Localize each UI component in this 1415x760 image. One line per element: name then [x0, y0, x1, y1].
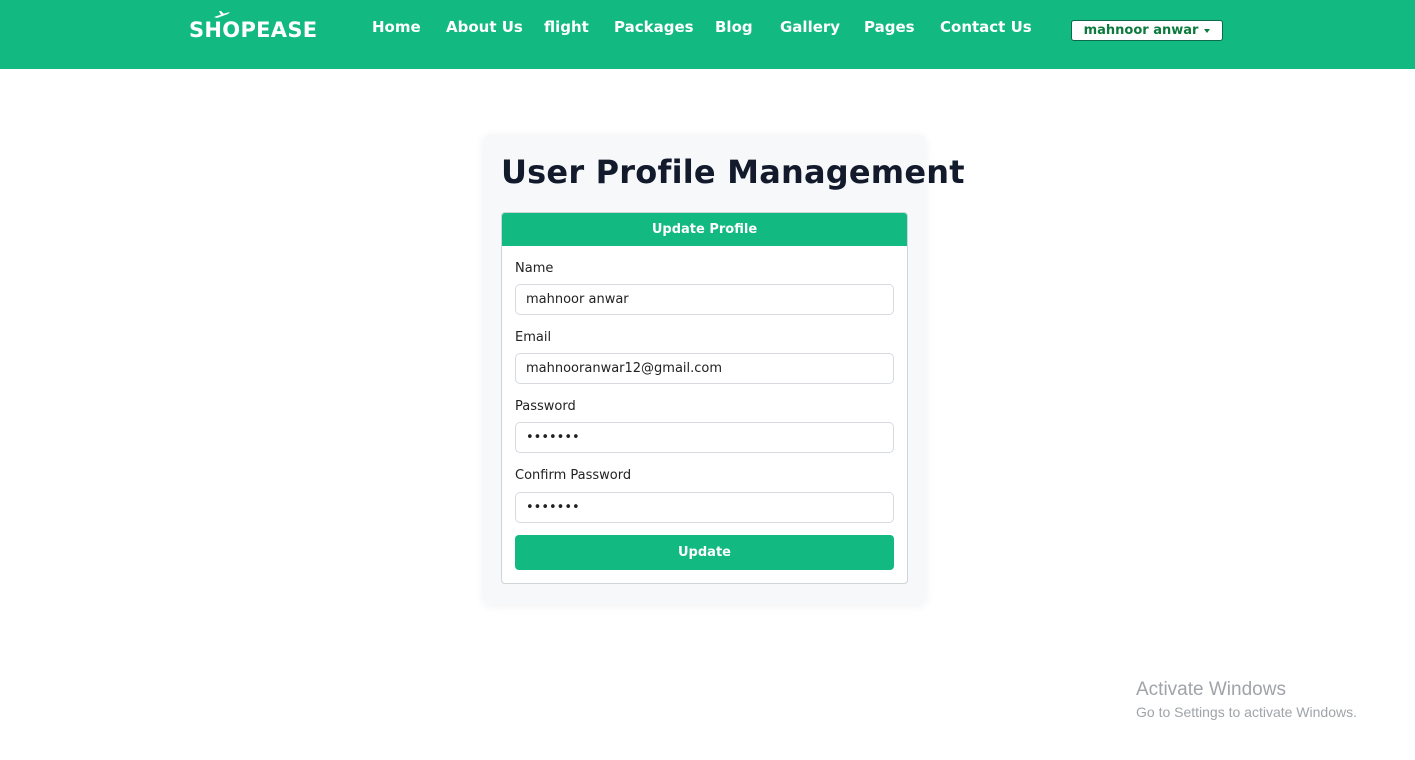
update-profile-card: Update Profile Name Email Password Confi…: [501, 212, 908, 584]
user-menu-label: mahnoor anwar: [1083, 23, 1199, 38]
windows-activation-watermark: Activate Windows Go to Settings to activ…: [1136, 679, 1357, 720]
brand-name: SHOPEASE: [189, 18, 318, 42]
nav-home[interactable]: Home: [372, 18, 421, 36]
page-title: User Profile Management: [501, 153, 965, 191]
watermark-subtitle: Go to Settings to activate Windows.: [1136, 704, 1357, 720]
name-field[interactable]: [515, 284, 894, 315]
top-navbar: SHOPEASE Home About Us flight Packages B…: [0, 0, 1415, 69]
email-label: Email: [515, 330, 552, 345]
user-menu-dropdown[interactable]: mahnoor anwar: [1071, 20, 1223, 41]
nav-contact-us[interactable]: Contact Us: [940, 18, 1032, 36]
nav-flight[interactable]: flight: [544, 18, 589, 36]
confirm-password-label: Confirm Password: [515, 468, 632, 483]
nav-about-us[interactable]: About Us: [446, 18, 523, 36]
name-label: Name: [515, 261, 554, 276]
confirm-password-field[interactable]: [515, 492, 894, 523]
nav-gallery[interactable]: Gallery: [780, 18, 840, 36]
password-label: Password: [515, 399, 576, 414]
nav-packages[interactable]: Packages: [614, 18, 694, 36]
card-header: Update Profile: [502, 213, 907, 246]
email-field[interactable]: [515, 353, 894, 384]
nav-blog[interactable]: Blog: [715, 18, 753, 36]
update-button[interactable]: Update: [515, 535, 894, 570]
caret-down-icon: [1204, 29, 1211, 33]
watermark-title: Activate Windows: [1136, 679, 1286, 700]
password-field[interactable]: [515, 422, 894, 453]
nav-pages[interactable]: Pages: [864, 18, 915, 36]
